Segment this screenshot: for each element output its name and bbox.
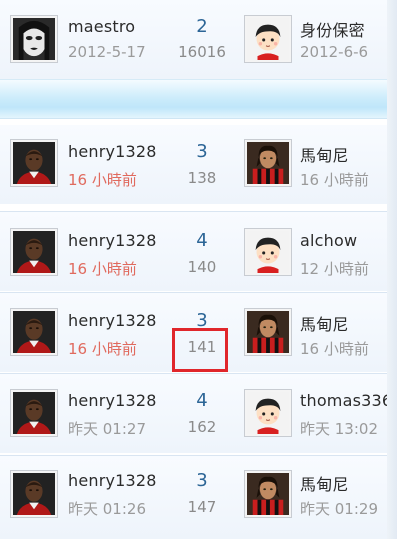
view-count: 162 [187,418,217,436]
reply-count: 2 [196,16,208,37]
post-time: 昨天 01:26 [68,500,146,518]
view-count: 140 [187,258,217,276]
reply-count: 3 [196,470,208,491]
post-time: 16 小時前 [68,171,137,189]
player-avatar-icon[interactable] [10,139,58,187]
dark-woman-avatar-icon[interactable] [10,15,58,63]
thread-row: maestro 2012-5-17 2 16016 身份保密 2012-6-6 [0,0,397,79]
player-avatar-icon[interactable] [10,389,58,437]
author-name[interactable]: henry1328 [68,142,157,161]
section-divider [0,79,397,119]
cartoon-boy-avatar-icon[interactable] [244,389,292,437]
view-count: 147 [187,498,217,516]
post-time: 昨天 01:27 [68,420,146,438]
last-poster-name[interactable]: thomas336 [300,391,392,410]
player-red-black-avatar-icon[interactable] [244,139,292,187]
last-post-time: 昨天 01:29 [300,500,378,518]
cartoon-boy-avatar-icon[interactable] [244,15,292,63]
player-avatar-icon[interactable] [10,470,58,518]
last-post-time: 2012-6-6 [300,43,369,61]
author-name[interactable]: maestro [68,17,135,36]
player-avatar-icon[interactable] [10,228,58,276]
highlight-box [172,328,228,372]
cartoon-boy-avatar-icon[interactable] [244,228,292,276]
author-name[interactable]: henry1328 [68,311,157,330]
last-post-time: 16 小時前 [300,171,369,189]
last-poster-name[interactable]: alchow [300,231,357,250]
thread-row: henry1328 16 小時前 4 140 alchow 12 小時前 [0,212,397,291]
player-avatar-icon[interactable] [10,308,58,356]
author-name[interactable]: henry1328 [68,231,157,250]
player-red-black-avatar-icon[interactable] [244,308,292,356]
view-count: 16016 [178,43,226,61]
reply-count: 4 [196,390,208,411]
last-post-time: 12 小時前 [300,260,369,278]
view-count: 138 [187,169,217,187]
last-poster-name[interactable]: 馬甸尼 [300,471,349,495]
last-poster-name[interactable]: 馬甸尼 [300,142,349,166]
post-time: 16 小時前 [68,260,137,278]
last-poster-name[interactable]: 馬甸尼 [300,311,349,335]
reply-count: 3 [196,141,208,162]
thread-row: henry1328 昨天 01:27 4 162 thomas336 昨天 13… [0,374,397,453]
post-time: 16 小時前 [68,340,137,358]
thread-row: henry1328 昨天 01:26 3 147 馬甸尼 昨天 01:29 [0,456,397,539]
scrollbar[interactable] [387,0,397,539]
author-name[interactable]: henry1328 [68,391,157,410]
last-post-time: 16 小時前 [300,340,369,358]
last-poster-name[interactable]: 身份保密 [300,17,365,41]
post-time: 2012-5-17 [68,43,146,61]
reply-count: 4 [196,230,208,251]
thread-row: henry1328 16 小時前 3 138 馬甸尼 16 小時前 [0,125,397,204]
player-red-black-avatar-icon[interactable] [244,470,292,518]
author-name[interactable]: henry1328 [68,471,157,490]
last-post-time: 昨天 13:02 [300,420,378,438]
